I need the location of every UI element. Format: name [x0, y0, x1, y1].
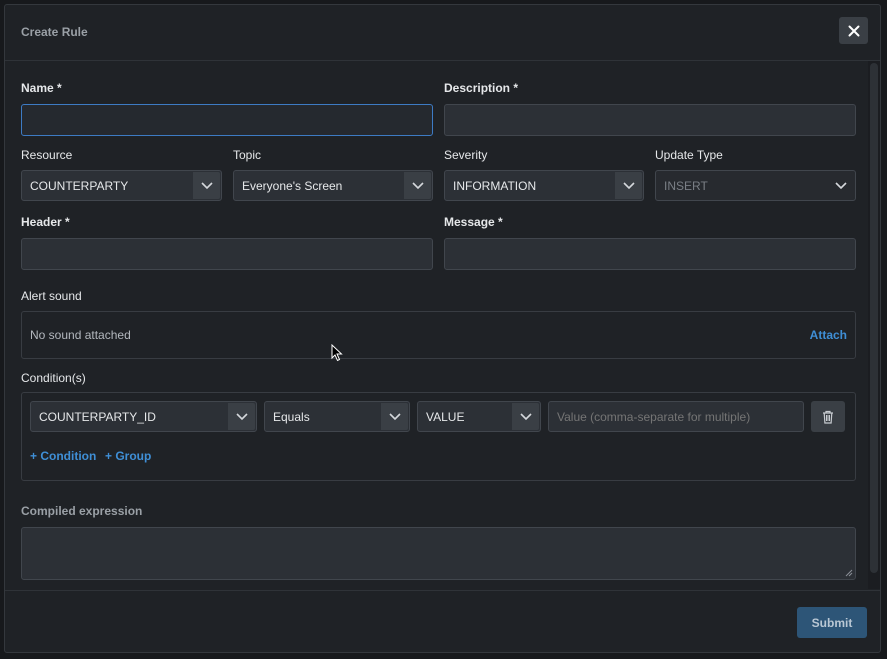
- compiled-expression-textarea[interactable]: [21, 527, 856, 580]
- topic-select[interactable]: Everyone's Screen: [233, 170, 433, 201]
- severity-select[interactable]: INFORMATION: [444, 170, 644, 201]
- scrollbar[interactable]: [868, 61, 880, 589]
- name-input[interactable]: [21, 104, 433, 136]
- resource-label: Resource: [21, 148, 73, 162]
- conditions-panel: COUNTERPARTY_ID Equals VALUE + Condition…: [21, 392, 856, 481]
- close-icon: [848, 25, 859, 36]
- condition-field-select[interactable]: COUNTERPARTY_ID: [30, 401, 257, 432]
- no-sound-text: No sound attached: [30, 328, 131, 342]
- dialog-footer: Submit: [5, 590, 880, 652]
- add-group-link[interactable]: + Group: [105, 449, 151, 463]
- topic-label: Topic: [233, 148, 262, 162]
- compiled-expression-label: Compiled expression: [21, 504, 143, 518]
- conditions-label: Condition(s): [21, 371, 86, 385]
- condition-field-value: COUNTERPARTY_ID: [39, 410, 156, 424]
- name-label: Name *: [21, 81, 62, 95]
- dialog-title: Create Rule: [21, 25, 88, 39]
- chevron-down-icon: [827, 172, 854, 199]
- alert-sound-label: Alert sound: [21, 289, 82, 303]
- submit-button[interactable]: Submit: [797, 607, 867, 638]
- update-type-select[interactable]: INSERT: [655, 170, 856, 201]
- resize-handle-icon[interactable]: [845, 569, 853, 577]
- severity-value: INFORMATION: [453, 179, 537, 193]
- alert-sound-panel: No sound attached Attach: [21, 311, 856, 359]
- attach-link[interactable]: Attach: [810, 328, 847, 342]
- severity-label: Severity: [444, 148, 488, 162]
- mouse-cursor-icon: [331, 344, 343, 362]
- chevron-down-icon: [404, 172, 431, 199]
- header-label: Header *: [21, 215, 70, 229]
- description-input[interactable]: [444, 104, 856, 136]
- condition-type-select[interactable]: VALUE: [417, 401, 541, 432]
- update-type-label: Update Type: [655, 148, 723, 162]
- update-type-value: INSERT: [664, 179, 708, 193]
- condition-operator-select[interactable]: Equals: [264, 401, 410, 432]
- condition-operator-value: Equals: [273, 410, 310, 424]
- trash-icon: [823, 410, 833, 424]
- resource-value: COUNTERPARTY: [30, 179, 129, 193]
- chevron-down-icon: [512, 403, 539, 430]
- dialog-body: Name * Description * Resource COUNTERPAR…: [5, 61, 880, 589]
- message-label: Message *: [444, 215, 503, 229]
- condition-type-value: VALUE: [426, 410, 465, 424]
- chevron-down-icon: [615, 172, 642, 199]
- chevron-down-icon: [228, 403, 255, 430]
- topic-value: Everyone's Screen: [242, 179, 343, 193]
- condition-value-input[interactable]: [548, 401, 804, 432]
- chevron-down-icon: [193, 172, 220, 199]
- header-input[interactable]: [21, 238, 433, 270]
- compiled-expression-wrapper: [21, 527, 856, 580]
- create-rule-dialog: Create Rule Name * Description * Resourc…: [4, 4, 881, 653]
- dialog-header: Create Rule: [5, 5, 880, 61]
- scrollbar-thumb[interactable]: [870, 63, 878, 573]
- close-button[interactable]: [839, 17, 868, 44]
- resource-select[interactable]: COUNTERPARTY: [21, 170, 222, 201]
- delete-condition-button[interactable]: [811, 401, 845, 432]
- chevron-down-icon: [381, 403, 408, 430]
- description-label: Description *: [444, 81, 519, 95]
- message-input[interactable]: [444, 238, 856, 270]
- add-condition-link[interactable]: + Condition: [30, 449, 96, 463]
